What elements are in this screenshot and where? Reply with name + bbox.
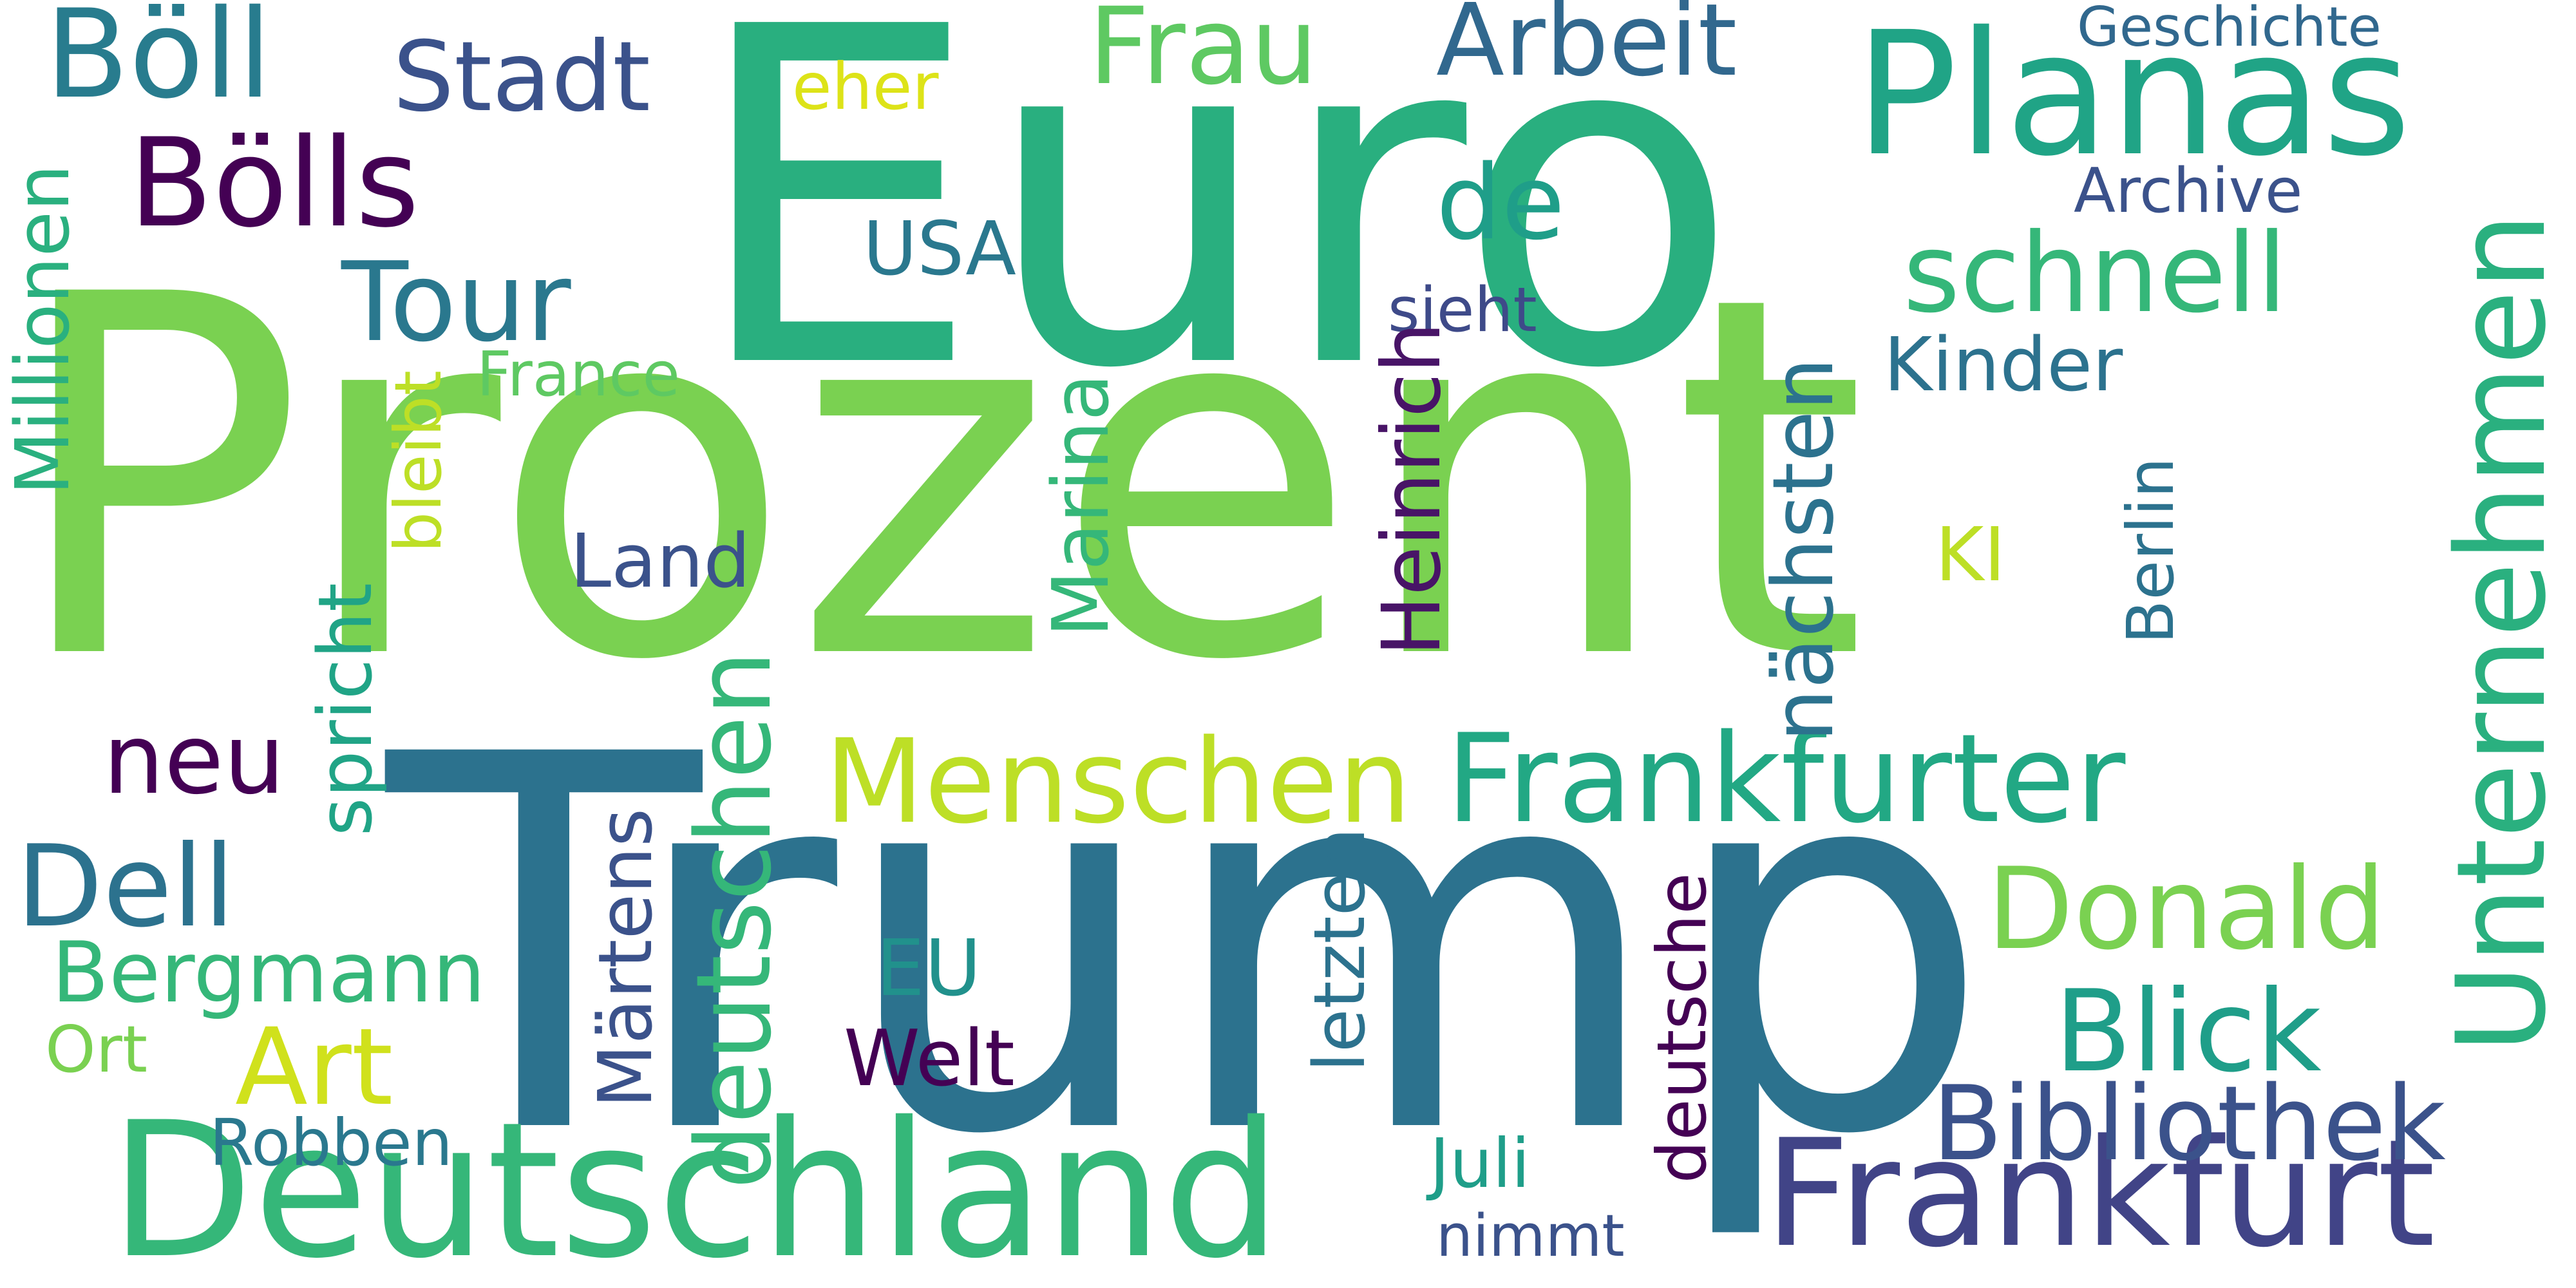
word-deutsche: deutsche [1643,873,1721,1184]
word-frankfurter: Unternehmen [2430,213,2573,1054]
word-spricht: spricht [303,583,389,837]
word-blick: Blick [2054,967,2322,1097]
word-berlin: Berlin [2113,457,2188,645]
word-donald: Donald [1987,844,2386,975]
word-france: France [477,339,680,410]
word-juli: Juli [1430,1124,1530,1203]
word-archive: Archive [2074,156,2303,227]
word-naechsten: nächsten [1754,357,1852,742]
word-eher: eher [792,49,939,124]
word-maertens: Märtens [583,808,669,1108]
word-de: de [1436,142,1565,263]
word-marina: Marina [1037,374,1126,638]
word-geschichte: Geschichte [2077,0,2382,59]
word-robben: Robben [209,1105,453,1180]
word-heinrich: Heinrich [1365,322,1459,656]
word-welt: Welt [844,1014,1015,1104]
word-usa: USA [863,206,1016,292]
word-stadt: Stadt [393,21,650,133]
word-land: Land [570,518,751,605]
word-arbeit: Arbeit [1436,0,1738,99]
word-frau: Frau [1088,0,1318,108]
word-boells: Bölls [129,112,420,254]
word-ort: Ort [45,1012,148,1087]
word-nimmt: nimmt [1436,1202,1625,1270]
word-eu: EU [876,924,981,1014]
word-cloud: Euro Prozent Trump Deutschland Planas Fr… [0,0,2576,1288]
word-neu: neu [103,704,285,816]
word-ki: KI [1935,512,2006,598]
word-bleibt: bleibt [381,370,456,553]
word-menschen: Menschen [824,715,1412,849]
word-letzten: letzten [1298,828,1381,1072]
word-millionen: Millionen [0,164,86,495]
word-boell: Böll [45,0,272,126]
word-deutschen: deutschen [674,650,794,1189]
word-bergmann: Bergmann [52,923,486,1021]
word-kinder: Kinder [1884,322,2123,408]
word-schnell: schnell [1903,210,2287,337]
